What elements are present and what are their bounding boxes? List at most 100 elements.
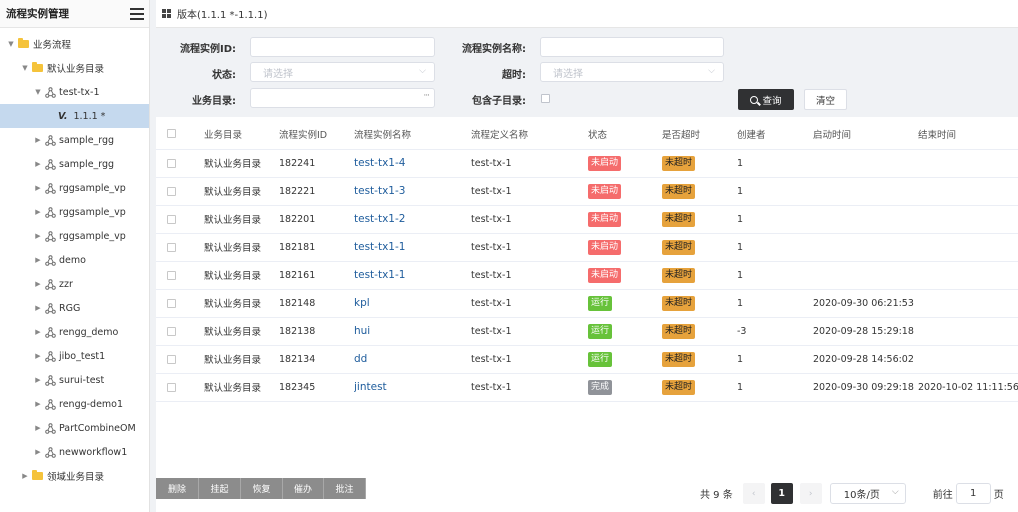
resume-button[interactable]: 恢复 — [241, 478, 283, 499]
timeout-select[interactable]: 请选择 ⌵ — [540, 62, 724, 82]
row-checkbox[interactable] — [167, 326, 176, 336]
clear-button[interactable]: 清空 — [804, 89, 847, 110]
caret-right-icon[interactable]: ▶ — [33, 232, 43, 240]
tree-node[interactable]: ▶ rggsample_vp — [0, 176, 149, 200]
tree-node[interactable]: ▼ test-tx-1 — [0, 80, 149, 104]
delete-button[interactable]: 删除 — [156, 478, 199, 499]
tree-node[interactable]: ▶ zzr — [0, 272, 149, 296]
tree-node[interactable]: ▶ RGG — [0, 296, 149, 320]
instance-name-link[interactable]: jintest — [354, 381, 387, 393]
tree-node[interactable]: ▶ rengg-demo1 — [0, 392, 149, 416]
annotate-button[interactable]: 批注 — [324, 478, 366, 499]
hamburger-icon[interactable] — [130, 7, 144, 20]
instance-id-input[interactable] — [250, 37, 435, 57]
column-header[interactable]: 流程定义名称 — [471, 119, 588, 150]
caret-down-icon[interactable]: ▼ — [6, 40, 16, 48]
caret-right-icon[interactable]: ▶ — [33, 376, 43, 384]
tree-node[interactable]: ▶ rggsample_vp — [0, 200, 149, 224]
more-icon[interactable]: ··· — [423, 91, 430, 101]
tree-node[interactable]: ▶ 领域业务目录 — [0, 464, 149, 488]
column-header[interactable]: 业务目录 — [204, 119, 279, 150]
tree-node[interactable]: ▶ sample_rgg — [0, 152, 149, 176]
page-1-button[interactable]: 1 — [770, 483, 793, 504]
column-header[interactable]: 启动时间 — [813, 119, 918, 150]
row-checkbox[interactable] — [167, 186, 176, 196]
timeout-badge: 未超时 — [662, 295, 696, 311]
caret-right-icon[interactable]: ▶ — [33, 136, 43, 144]
caret-right-icon[interactable]: ▶ — [33, 208, 43, 216]
caret-right-icon[interactable]: ▶ — [33, 448, 43, 456]
caret-right-icon[interactable]: ▶ — [20, 472, 30, 480]
caret-right-icon[interactable]: ▶ — [33, 184, 43, 192]
definition-name-cell: test-tx-1 — [471, 149, 588, 178]
tree-node[interactable]: ▶ PartCombineOM — [0, 416, 149, 440]
query-button[interactable]: 查询 — [738, 89, 794, 110]
caret-right-icon[interactable]: ▶ — [33, 424, 43, 432]
caret-right-icon[interactable]: ▶ — [33, 304, 43, 312]
row-checkbox[interactable] — [167, 242, 176, 252]
column-header[interactable]: 创建者 — [737, 119, 813, 150]
column-header[interactable]: 是否超时 — [662, 119, 737, 150]
instance-name-link[interactable]: test-tx1-2 — [354, 213, 405, 225]
caret-right-icon[interactable]: ▶ — [33, 328, 43, 336]
row-checkbox[interactable] — [167, 270, 176, 280]
instance-name-link[interactable]: kpl — [354, 297, 370, 309]
timeout-cell: 未超时 — [662, 373, 737, 402]
tree-node[interactable]: V. 1.1.1 * — [0, 104, 149, 128]
tree-node[interactable]: ▶ demo — [0, 248, 149, 272]
next-page-button[interactable]: › — [799, 483, 822, 504]
table-row: 默认业务目录 182134 dd test-tx-1 运行 未超时 1 2020-09-28 … — [156, 345, 1018, 374]
tree-node[interactable]: ▶ rengg_demo — [0, 320, 149, 344]
instance-name-link[interactable]: test-tx1-4 — [354, 157, 405, 169]
row-select-cell — [156, 345, 204, 374]
goto-page-input[interactable]: 1 — [955, 483, 991, 504]
tree-node[interactable]: ▼ 默认业务目录 — [0, 56, 149, 80]
instance-name-link[interactable]: dd — [354, 353, 367, 365]
column-header[interactable]: 状态 — [588, 119, 662, 150]
instance-name-link[interactable]: test-tx1-3 — [354, 185, 405, 197]
caret-down-icon[interactable]: ▼ — [33, 88, 43, 96]
column-header[interactable]: 结束时间 — [918, 119, 1018, 150]
tree-node[interactable]: ▶ rggsample_vp — [0, 224, 149, 248]
instance-name-link[interactable]: test-tx1-1 — [354, 269, 405, 281]
timeout-cell: 未超时 — [662, 289, 737, 318]
tree-node[interactable]: ▼ 业务流程 — [0, 32, 149, 56]
timeout-cell: 未超时 — [662, 261, 737, 290]
caret-right-icon[interactable]: ▶ — [33, 400, 43, 408]
tree-node[interactable]: ▶ surui-test — [0, 368, 149, 392]
caret-right-icon[interactable]: ▶ — [33, 160, 43, 168]
timeout-cell: 未超时 — [662, 177, 737, 206]
row-checkbox[interactable] — [167, 158, 176, 168]
prev-page-button[interactable]: ‹ — [742, 483, 765, 504]
tree-node[interactable]: ▶ sample_rgg — [0, 128, 149, 152]
select-all-checkbox[interactable] — [167, 129, 176, 139]
row-checkbox[interactable] — [167, 214, 176, 224]
row-checkbox[interactable] — [167, 354, 176, 364]
urge-button[interactable]: 催办 — [283, 478, 324, 499]
status-select[interactable]: 请选择 ⌵ — [250, 62, 435, 82]
tree-node[interactable]: ▶ newworkflow1 — [0, 440, 149, 464]
instance-name-input[interactable] — [540, 37, 724, 57]
page-size-select[interactable]: 10条/页 ⌵ — [829, 483, 906, 504]
caret-right-icon[interactable]: ▶ — [33, 280, 43, 288]
caret-right-icon[interactable]: ▶ — [33, 256, 43, 264]
start-time-cell — [813, 149, 918, 178]
end-time-cell — [918, 205, 1018, 234]
caret-down-icon[interactable]: ▼ — [20, 64, 30, 72]
instance-name-link[interactable]: hui — [354, 325, 370, 337]
column-header[interactable]: 流程实例名称 — [354, 119, 471, 150]
suspend-button[interactable]: 挂起 — [199, 478, 241, 499]
column-header[interactable]: 流程实例ID — [279, 119, 354, 150]
row-checkbox[interactable] — [167, 382, 176, 392]
timeout-badge: 未超时 — [662, 351, 696, 367]
row-checkbox[interactable] — [167, 298, 176, 308]
tree-node[interactable]: ▶ jibo_test1 — [0, 344, 149, 368]
instance-name-link[interactable]: test-tx1-1 — [354, 241, 405, 253]
start-time-cell: 2020-09-30 06:21:53 — [813, 289, 918, 318]
include-sub-checkbox[interactable] — [541, 94, 550, 103]
catalog-cell: 默认业务目录 — [204, 233, 279, 262]
creator-cell: 1 — [737, 149, 813, 178]
catalog-picker[interactable]: ··· — [250, 88, 435, 108]
caret-right-icon[interactable]: ▶ — [33, 352, 43, 360]
definition-name-cell: test-tx-1 — [471, 261, 588, 290]
